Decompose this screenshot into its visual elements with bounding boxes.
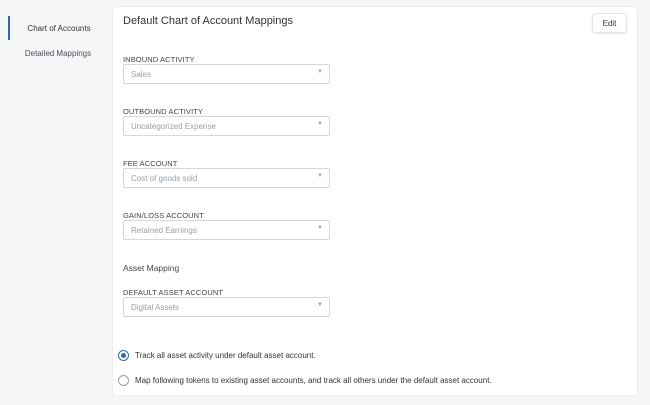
gain-loss-account-label: GAIN/LOSS ACCOUNT [123,211,204,220]
map-tokens-option[interactable]: Map following tokens to existing asset a… [118,375,492,386]
sidebar-item-label: Detailed Mappings [24,48,92,58]
inbound-activity-label: INBOUND ACTIVITY [123,55,195,64]
outbound-activity-label: OUTBOUND ACTIVITY [123,107,204,116]
chevron-down-icon: ▼ [317,121,323,127]
option-label: Track all asset activity under default a… [135,351,316,360]
select-value: Digital Assets [131,302,180,312]
fee-account-label: FEE ACCOUNT [123,159,178,168]
option-label: Map following tokens to existing asset a… [135,376,492,385]
track-all-option[interactable]: Track all asset activity under default a… [118,350,316,361]
outbound-activity-select[interactable]: Uncategorized Expense ▼ [123,116,330,136]
chevron-down-icon: ▼ [317,69,323,75]
chevron-down-icon: ▼ [317,225,323,231]
select-value: Sales [131,69,152,79]
chevron-down-icon: ▼ [317,302,323,308]
asset-mapping-heading: Asset Mapping [123,263,180,273]
default-asset-account-label: DEFAULT ASSET ACCOUNT [123,288,224,297]
sidebar-item-chart-of-accounts[interactable]: Chart of Accounts [8,16,108,40]
radio-button-checked[interactable] [118,350,129,361]
page-title: Default Chart of Account Mappings [123,15,293,27]
sidebar-item-label: Chart of Accounts [27,23,91,33]
sidebar-item-detailed-mappings[interactable]: Detailed Mappings [8,44,108,62]
select-value: Retained Earnings [131,225,197,235]
chevron-down-icon: ▼ [317,173,323,179]
sidebar: Chart of Accounts Detailed Mappings [0,0,110,405]
inbound-activity-select[interactable]: Sales ▼ [123,64,330,84]
mappings-panel: Default Chart of Account Mappings Edit I… [113,7,637,395]
radio-button[interactable] [118,375,129,386]
default-asset-account-select[interactable]: Digital Assets ▼ [123,297,330,317]
fee-account-select[interactable]: Cost of goods sold ▼ [123,168,330,188]
select-value: Cost of goods sold [131,173,198,183]
gain-loss-account-select[interactable]: Retained Earnings ▼ [123,220,330,240]
select-value: Uncategorized Expense [131,121,216,131]
edit-button[interactable]: Edit [592,13,627,33]
